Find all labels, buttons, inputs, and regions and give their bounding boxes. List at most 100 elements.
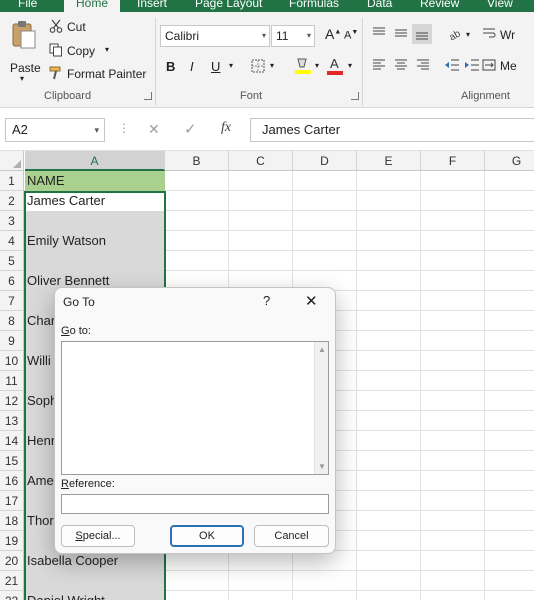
row-header[interactable]: 17 [0, 491, 24, 511]
orientation-icon[interactable]: ab [447, 26, 463, 40]
column-header-b[interactable]: B [165, 151, 229, 171]
chevron-down-icon: ▾ [261, 31, 266, 40]
goto-scrollbar[interactable]: ▲ ▼ [314, 342, 328, 474]
formula-input[interactable]: James Carter [250, 118, 534, 142]
decrease-indent-icon[interactable] [444, 58, 460, 72]
font-name-box[interactable]: Calibri ▾ [160, 25, 270, 47]
help-icon[interactable]: ? [263, 293, 270, 308]
cell-a[interactable]: Isabella Cooper [25, 551, 165, 571]
borders-icon[interactable] [250, 58, 266, 74]
scroll-up-icon[interactable]: ▲ [318, 345, 326, 354]
row-header[interactable]: 14 [0, 431, 24, 451]
merge-center-icon[interactable] [482, 58, 496, 72]
copy-button[interactable]: Copy ▾ [47, 41, 117, 61]
row-header[interactable]: 9 [0, 331, 24, 351]
increase-font-icon[interactable]: A▲ [325, 26, 341, 42]
copy-dropdown-icon[interactable]: ▾ [105, 45, 109, 54]
underline-button[interactable]: U [211, 59, 220, 74]
font-color-dropdown-icon[interactable]: ▾ [348, 61, 352, 70]
tab-file[interactable]: File [18, 0, 37, 12]
column-header-f[interactable]: F [421, 151, 485, 171]
align-center-icon[interactable] [393, 58, 409, 72]
reference-input[interactable] [61, 494, 329, 514]
cell-a[interactable] [25, 571, 165, 591]
enter-check-icon[interactable]: ✓ [184, 120, 197, 138]
wrap-text-icon[interactable] [482, 26, 496, 40]
tab-page-layout[interactable]: Page Layout [195, 0, 262, 12]
row-header[interactable]: 7 [0, 291, 24, 311]
tab-home[interactable]: Home [64, 0, 121, 12]
row-header[interactable]: 6 [0, 271, 24, 291]
row-header[interactable]: 21 [0, 571, 24, 591]
row-header[interactable]: 15 [0, 451, 24, 471]
tab-formulas[interactable]: Formulas [289, 0, 339, 12]
column-header-e[interactable]: E [357, 151, 421, 171]
row-header[interactable]: 10 [0, 351, 24, 371]
cell-a[interactable]: Daniel Wright [25, 591, 165, 600]
wrap-text-label[interactable]: Wr [500, 28, 515, 42]
decrease-font-icon[interactable]: A▼ [344, 29, 358, 42]
fill-color-icon[interactable] [294, 56, 312, 76]
select-all-corner[interactable] [0, 151, 24, 171]
row-header[interactable]: 1 [0, 171, 24, 191]
row-header[interactable]: 8 [0, 311, 24, 331]
column-header-d[interactable]: D [293, 151, 357, 171]
increase-indent-icon[interactable] [464, 58, 480, 72]
cancel-entry-icon[interactable]: ✕ [148, 121, 160, 138]
column-header-a[interactable]: A [25, 151, 165, 171]
align-middle-icon[interactable] [393, 26, 409, 40]
paste-dropdown-icon[interactable]: ▾ [20, 74, 24, 83]
goto-list[interactable]: ▲ ▼ [61, 341, 329, 475]
align-top-icon[interactable] [371, 26, 387, 40]
cell-a[interactable] [25, 251, 165, 271]
row-header[interactable]: 11 [0, 371, 24, 391]
paste-button[interactable]: Paste ▾ [6, 18, 42, 83]
row-header[interactable]: 18 [0, 511, 24, 531]
scroll-down-icon[interactable]: ▼ [318, 462, 326, 471]
name-box[interactable]: A2 ▾ [5, 118, 105, 142]
tab-view[interactable]: View [487, 0, 513, 12]
paste-icon [11, 20, 37, 50]
close-icon[interactable]: ✕ [305, 292, 318, 310]
row-header[interactable]: 3 [0, 211, 24, 231]
align-bottom-icon[interactable] [412, 24, 432, 44]
insert-function-icon[interactable]: fx [221, 120, 231, 136]
tab-review[interactable]: Review [420, 0, 459, 12]
cell-a[interactable]: James Carter [25, 191, 165, 211]
font-size-box[interactable]: 11 ▾ [271, 25, 315, 47]
row-header[interactable]: 20 [0, 551, 24, 571]
row-header[interactable]: 4 [0, 231, 24, 251]
ok-button[interactable]: OK [170, 525, 244, 547]
borders-dropdown-icon[interactable]: ▾ [270, 61, 274, 70]
column-header-g[interactable]: G [485, 151, 534, 171]
row-header[interactable]: 16 [0, 471, 24, 491]
cut-button[interactable]: Cut [47, 17, 107, 37]
row-header[interactable]: 5 [0, 251, 24, 271]
column-header-c[interactable]: C [229, 151, 293, 171]
align-right-icon[interactable] [415, 58, 431, 72]
cell-a-header[interactable]: NAME [25, 171, 165, 191]
special-button[interactable]: Special... [61, 525, 135, 547]
bold-button[interactable]: B [166, 59, 175, 74]
row-header[interactable]: 13 [0, 411, 24, 431]
font-color-icon[interactable]: A [326, 55, 344, 77]
format-painter-button[interactable]: Format Painter [47, 64, 149, 84]
tab-data[interactable]: Data [367, 0, 392, 12]
font-launcher-icon[interactable] [351, 92, 359, 100]
cell-a[interactable]: Emily Watson [25, 231, 165, 251]
italic-button[interactable]: I [190, 59, 194, 74]
underline-dropdown-icon[interactable]: ▾ [229, 61, 233, 70]
row-header[interactable]: 12 [0, 391, 24, 411]
row-header[interactable]: 19 [0, 531, 24, 551]
tab-insert[interactable]: Insert [137, 0, 167, 12]
fill-color-dropdown-icon[interactable]: ▾ [315, 61, 319, 70]
orientation-dropdown-icon[interactable]: ▾ [466, 30, 470, 39]
cancel-button[interactable]: Cancel [254, 525, 329, 547]
align-left-icon[interactable] [371, 58, 387, 72]
cell-a[interactable] [25, 211, 165, 231]
formula-bar: A2 ▾ ⋮ ✕ ✓ fx James Carter [0, 108, 534, 151]
row-header[interactable]: 22 [0, 591, 24, 600]
clipboard-launcher-icon[interactable] [144, 92, 152, 100]
row-header[interactable]: 2 [0, 191, 24, 211]
merge-center-label[interactable]: Me [500, 59, 517, 73]
